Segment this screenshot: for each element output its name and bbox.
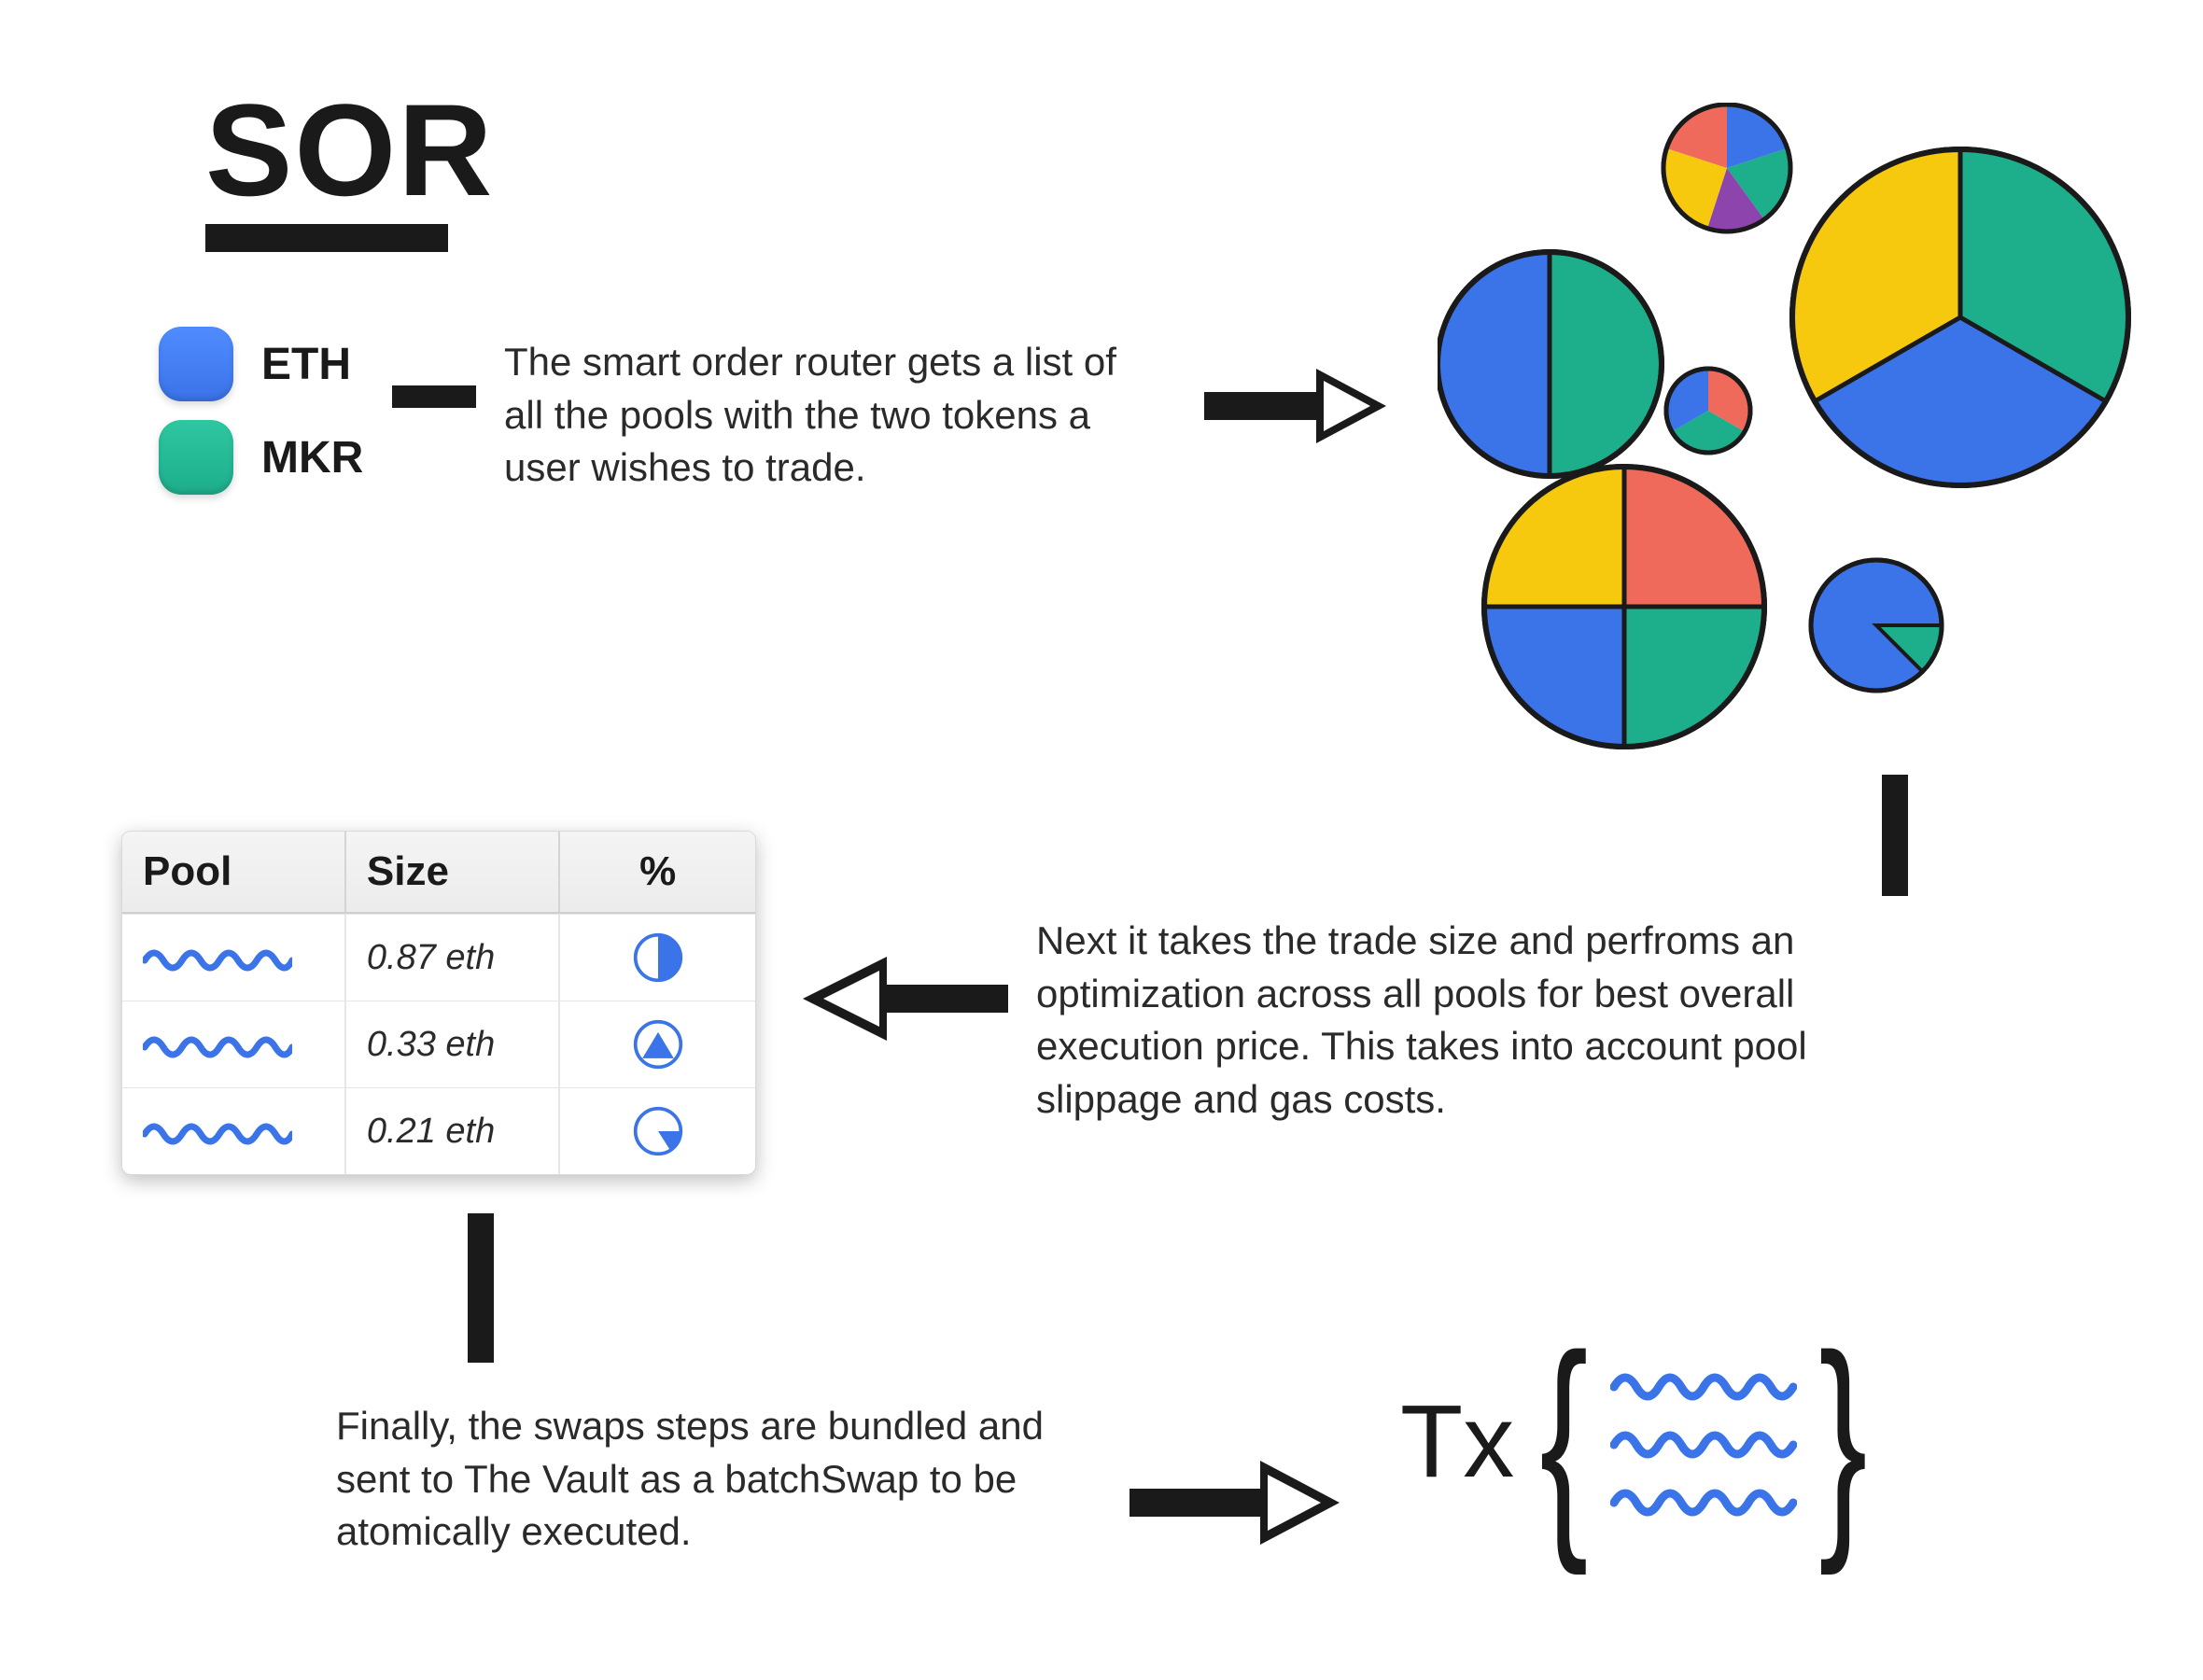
arrow-down-bar2-icon (462, 1213, 499, 1363)
step1-text: The smart order router gets a list of al… (504, 336, 1158, 495)
arrow-left-icon (793, 943, 1008, 1055)
arrow-right-icon (1204, 355, 1391, 457)
td-pct-icon (560, 1001, 755, 1087)
sor-title-underline (205, 224, 448, 252)
eth-chip-icon (159, 327, 233, 401)
sor-title: SOR (205, 75, 494, 226)
squiggle-icon (143, 944, 292, 972)
arrow-right2-icon (1130, 1447, 1344, 1559)
td-pool-icon (122, 1001, 346, 1087)
tx-label: Tx (1400, 1382, 1514, 1501)
td-pct-icon (560, 915, 755, 1001)
step2-text: Next it takes the trade size and perfrom… (1036, 915, 1932, 1127)
brace-left-icon: { (1540, 1344, 1589, 1538)
td-size: 0.87 eth (346, 915, 560, 1001)
td-pool-icon (122, 1088, 346, 1174)
pct-half-icon (632, 931, 684, 984)
legend-row-eth: ETH (159, 327, 363, 401)
pct-wedge-icon (632, 1105, 684, 1157)
th-pool: Pool (122, 832, 346, 912)
td-pct-icon (560, 1088, 755, 1174)
arrow-dash-icon (392, 378, 495, 415)
legend-row-mkr: MKR (159, 420, 363, 495)
th-pct: % (560, 832, 755, 912)
th-size: Size (346, 832, 560, 912)
table-row: 0.33 eth (122, 1001, 755, 1087)
squiggle-icon (1610, 1480, 1797, 1518)
step3-text: Finally, the swaps steps are bundled and… (336, 1400, 1102, 1559)
arrow-down-bar-icon (1876, 775, 1914, 896)
pct-triangle-icon (632, 1018, 684, 1071)
td-size: 0.21 eth (346, 1088, 560, 1174)
td-pool-icon (122, 915, 346, 1001)
squiggle-icon (1610, 1422, 1797, 1460)
td-size: 0.33 eth (346, 1001, 560, 1087)
tx-bundle: Tx { } (1400, 1344, 1884, 1538)
mkr-chip-icon (159, 420, 233, 495)
legend-label-mkr: MKR (261, 432, 363, 483)
squiggle-icon (1610, 1365, 1797, 1402)
table-row: 0.87 eth (122, 914, 755, 1001)
optimization-table: Pool Size % 0.87 eth 0.33 eth (121, 831, 756, 1175)
legend-label-eth: ETH (261, 339, 351, 390)
pool-cluster-icon (1438, 103, 2147, 756)
table-header: Pool Size % (122, 832, 755, 914)
token-legend: ETH MKR (159, 327, 363, 513)
squiggle-icon (143, 1117, 292, 1145)
squiggle-icon (143, 1030, 292, 1058)
table-row: 0.21 eth (122, 1087, 755, 1174)
tx-lines (1605, 1355, 1803, 1527)
brace-right-icon: } (1818, 1344, 1867, 1538)
